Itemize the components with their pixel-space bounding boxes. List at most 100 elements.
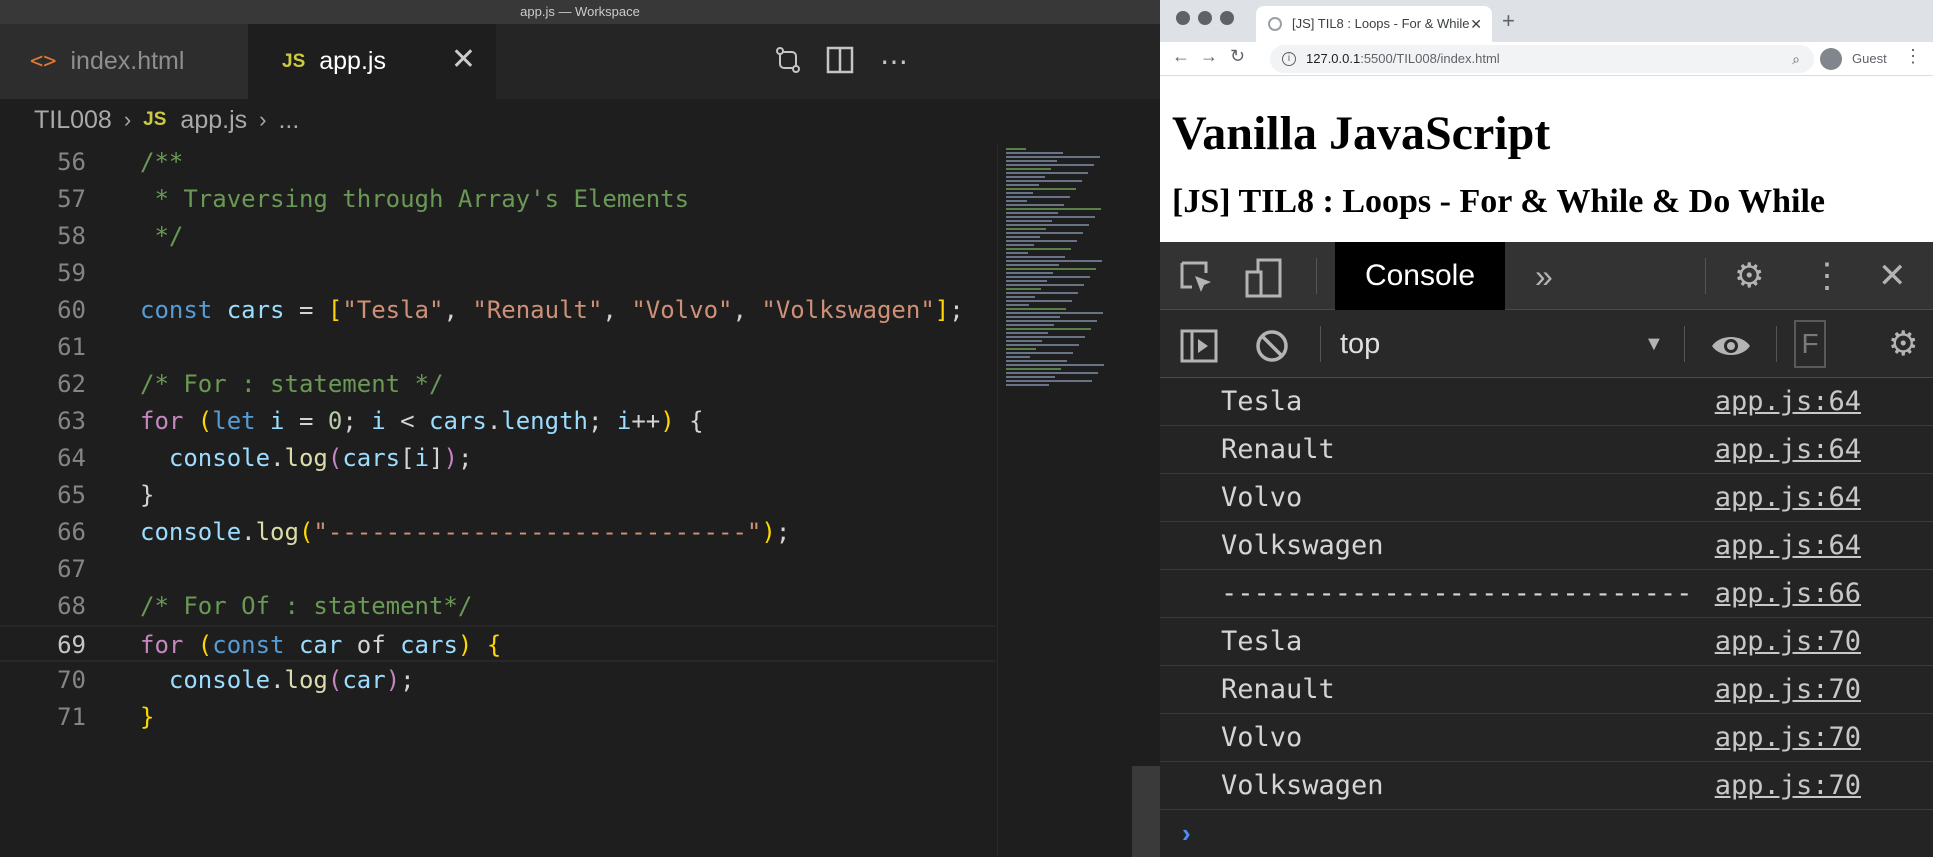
- window-close-button[interactable]: [1176, 11, 1190, 25]
- code-text: console.log(car);: [140, 662, 415, 699]
- tab-app-js[interactable]: JS app.js ✕: [248, 24, 496, 99]
- code-token: ]: [429, 444, 444, 472]
- code-text: console.log(cars[i]);: [140, 440, 472, 477]
- minimap-line: [1006, 292, 1078, 294]
- tab-console[interactable]: Console: [1335, 242, 1505, 310]
- breadcrumb-file[interactable]: app.js: [180, 106, 247, 135]
- more-actions-icon[interactable]: ⋯: [876, 44, 912, 80]
- forward-icon[interactable]: →: [1200, 46, 1218, 67]
- settings-gear-icon[interactable]: ⚙: [1734, 242, 1764, 310]
- console-source-link[interactable]: app.js:64: [1715, 522, 1861, 570]
- code-line[interactable]: 65}: [0, 477, 995, 514]
- compare-changes-icon[interactable]: [770, 44, 806, 80]
- console-source-link[interactable]: app.js:66: [1715, 570, 1861, 618]
- clear-console-icon[interactable]: [1254, 310, 1290, 378]
- code-line[interactable]: 66 console.log("-------------------------…: [0, 514, 995, 551]
- line-number: 67: [57, 555, 86, 583]
- console-settings-icon[interactable]: ⚙: [1888, 310, 1918, 378]
- code-line[interactable]: 62 /* For : statement */: [0, 366, 995, 403]
- split-editor-icon[interactable]: [822, 44, 858, 80]
- code-line[interactable]: 57 * Traversing through Array's Elements: [0, 181, 995, 218]
- code-text: */: [140, 218, 183, 255]
- eye-icon[interactable]: [1710, 310, 1752, 378]
- reload-icon[interactable]: ↻: [1230, 46, 1245, 67]
- code-token: ): [660, 407, 675, 435]
- info-icon[interactable]: i: [1282, 52, 1296, 66]
- divider: [1684, 326, 1685, 362]
- editor-scrollbar-thumb[interactable]: [1132, 766, 1160, 857]
- device-toolbar-icon[interactable]: [1244, 242, 1284, 310]
- console-source-link[interactable]: app.js:70: [1715, 618, 1861, 666]
- code-line[interactable]: 71}: [0, 699, 995, 736]
- code-line[interactable]: 61: [0, 329, 995, 366]
- editor-scrollbar[interactable]: [1132, 144, 1160, 857]
- close-tab-icon[interactable]: ✕: [451, 42, 476, 77]
- console-source-link[interactable]: app.js:70: [1715, 666, 1861, 714]
- breadcrumb-folder[interactable]: TIL008: [34, 106, 112, 135]
- code-line[interactable]: 58 */: [0, 218, 995, 255]
- more-tabs-icon[interactable]: »: [1535, 242, 1553, 310]
- code-token: car: [298, 631, 343, 659]
- code-line[interactable]: 56 /**: [0, 144, 995, 181]
- code-text: for (const car of cars) {: [140, 627, 501, 664]
- dropdown-arrow-icon[interactable]: ▼: [1644, 310, 1664, 378]
- code-token: ,: [602, 296, 632, 324]
- address-bar[interactable]: i 127.0.0.1:5500/TIL008/index.html ⌕: [1270, 45, 1814, 73]
- code-editor-window: app.js — Workspace <> index.html JS app.…: [0, 0, 1160, 857]
- minimap-line: [1006, 248, 1071, 250]
- code-token: cars: [400, 631, 458, 659]
- chevron-right-icon: ›: [259, 107, 267, 132]
- profile-label: Guest: [1852, 51, 1887, 66]
- profile-button[interactable]: Guest: [1820, 46, 1887, 72]
- code-token: ;: [949, 296, 964, 324]
- minimap-line: [1006, 212, 1058, 214]
- minimap-line: [1006, 280, 1047, 282]
- console-prompt[interactable]: ›: [1182, 818, 1191, 849]
- browser-menu-icon[interactable]: ⋮: [1904, 46, 1922, 67]
- new-tab-button[interactable]: +: [1502, 8, 1515, 34]
- code-token: console: [140, 518, 242, 546]
- breadcrumb-symbol[interactable]: ...: [278, 106, 299, 135]
- console-message: Volkswagen app.js:70: [1160, 762, 1933, 810]
- console-source-link[interactable]: app.js:70: [1715, 762, 1861, 810]
- console-source-link[interactable]: app.js:64: [1715, 426, 1861, 474]
- minimap[interactable]: [997, 144, 1132, 857]
- line-number: 63: [57, 407, 86, 435]
- code-line[interactable]: 64 console.log(cars[i]);: [0, 440, 995, 477]
- minimap-line: [1006, 332, 1048, 334]
- code-token: <: [385, 407, 430, 435]
- code-token: ]: [934, 296, 950, 324]
- code-line[interactable]: 68 /* For Of : statement*/: [0, 588, 995, 625]
- code-line[interactable]: 67: [0, 551, 995, 588]
- console-source-link[interactable]: app.js:64: [1715, 378, 1861, 426]
- more-options-icon[interactable]: ⋮: [1810, 242, 1844, 310]
- tab-index-html[interactable]: <> index.html: [0, 24, 248, 99]
- code-line[interactable]: 69 for (const car of cars) {: [0, 625, 995, 662]
- window-maximize-button[interactable]: [1220, 11, 1234, 25]
- code-token: i: [371, 407, 386, 435]
- console-source-link[interactable]: app.js:70: [1715, 714, 1861, 762]
- minimap-line: [1006, 304, 1029, 306]
- code-area[interactable]: 56 /** 57 * Traversing through Array's Ele…: [0, 144, 995, 857]
- filter-input[interactable]: F: [1794, 320, 1826, 368]
- window-minimize-button[interactable]: [1198, 11, 1212, 25]
- code-line[interactable]: 60 const cars = ["Tesla", "Renault", "Vol…: [0, 292, 995, 329]
- code-token: (: [197, 631, 213, 659]
- close-devtools-icon[interactable]: ✕: [1878, 242, 1907, 310]
- zoom-icon[interactable]: ⌕: [1792, 45, 1800, 73]
- close-icon[interactable]: ✕: [1470, 6, 1482, 42]
- back-icon[interactable]: ←: [1172, 46, 1190, 67]
- minimap-line: [1006, 264, 1059, 266]
- code-token: =: [284, 296, 328, 324]
- minimap-line: [1006, 176, 1045, 178]
- avatar-icon: [1820, 48, 1842, 70]
- console-source-link[interactable]: app.js:64: [1715, 474, 1861, 522]
- inspect-element-icon[interactable]: [1178, 242, 1216, 310]
- code-line[interactable]: 70 console.log(car);: [0, 662, 995, 699]
- code-token: length: [501, 407, 588, 435]
- browser-tab[interactable]: [JS] TIL8 : Loops - For & While ✕: [1256, 6, 1492, 42]
- code-line[interactable]: 63 for (let i = 0; i < cars.length; i++) …: [0, 403, 995, 440]
- code-line[interactable]: 59: [0, 255, 995, 292]
- context-selector[interactable]: top: [1340, 310, 1380, 378]
- sidebar-toggle-icon[interactable]: [1180, 310, 1218, 378]
